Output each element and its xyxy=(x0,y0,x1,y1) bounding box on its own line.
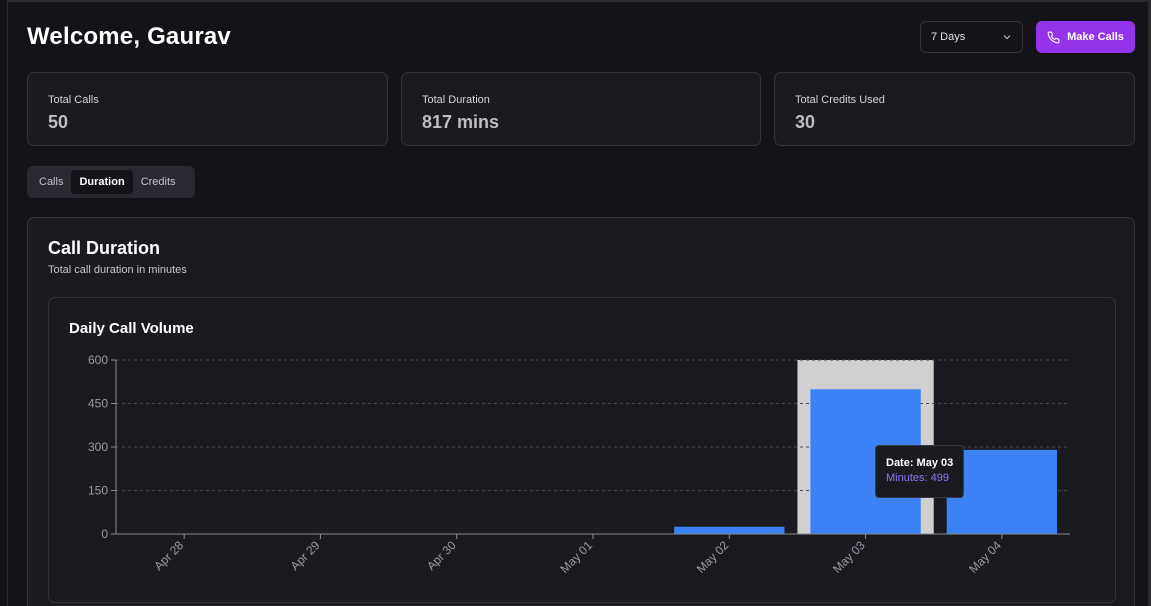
y-tick-label: 300 xyxy=(88,440,108,454)
stat-card-total-calls: Total Calls 50 xyxy=(27,72,388,146)
date-range-select[interactable]: 7 Days xyxy=(920,21,1023,53)
card-subtitle: Total call duration in minutes xyxy=(48,264,187,276)
left-rail xyxy=(0,0,8,606)
tooltip-value: Minutes: 499 xyxy=(886,472,949,484)
tab-credits[interactable]: Credits xyxy=(133,170,184,194)
make-calls-button[interactable]: Make Calls xyxy=(1036,21,1135,53)
window-top-edge xyxy=(0,0,1151,2)
call-duration-card: Call Duration Total call duration in min… xyxy=(27,217,1135,606)
chart-title: Daily Call Volume xyxy=(69,320,194,337)
bar-may-02 xyxy=(674,526,785,534)
tab-duration[interactable]: Duration xyxy=(71,170,133,194)
x-tick-label: May 01 xyxy=(557,538,595,576)
y-tick-label: 150 xyxy=(88,484,108,498)
stat-value: 50 xyxy=(48,112,69,132)
y-tick-label: 600 xyxy=(88,353,108,367)
stat-label: Total Calls xyxy=(48,94,99,106)
x-tick-label: Apr 28 xyxy=(151,538,186,573)
chart-tooltip: Date: May 03 Minutes: 499 xyxy=(875,445,964,498)
x-tick-label: May 02 xyxy=(694,538,732,576)
header-actions: 7 Days Make Calls xyxy=(920,21,1135,53)
y-tick-label: 0 xyxy=(101,527,108,541)
x-tick-label: May 03 xyxy=(830,538,868,576)
chevron-down-icon xyxy=(1003,35,1011,40)
y-tick-label: 450 xyxy=(88,397,108,411)
x-tick-label: May 04 xyxy=(966,538,1004,576)
x-tick-label: Apr 29 xyxy=(288,538,323,573)
stat-value: 30 xyxy=(795,112,816,132)
stat-value: 817 mins xyxy=(422,112,500,132)
tooltip-date: Date: May 03 xyxy=(886,457,954,469)
stat-card-total-duration: Total Duration 817 mins xyxy=(401,72,761,146)
page-header: Welcome, Gaurav 7 Days Make Calls xyxy=(27,21,1135,53)
card-title: Call Duration xyxy=(48,238,161,258)
stat-label: Total Duration xyxy=(422,94,490,106)
stat-card-total-credits: Total Credits Used 30 xyxy=(774,72,1135,146)
date-range-value: 7 Days xyxy=(931,31,966,43)
make-calls-label: Make Calls xyxy=(1067,31,1124,43)
tab-calls[interactable]: Calls xyxy=(31,170,71,194)
x-tick-label: Apr 30 xyxy=(424,538,459,573)
stat-label: Total Credits Used xyxy=(795,94,885,106)
metric-tabs: Calls Duration Credits xyxy=(27,166,195,198)
phone-icon xyxy=(1047,31,1060,43)
chart-card: 0 150 300 450 600 Apr 28 Apr 29 Apr 30 May 01 May… xyxy=(48,297,1116,603)
page-title: Welcome, Gaurav xyxy=(27,23,231,50)
